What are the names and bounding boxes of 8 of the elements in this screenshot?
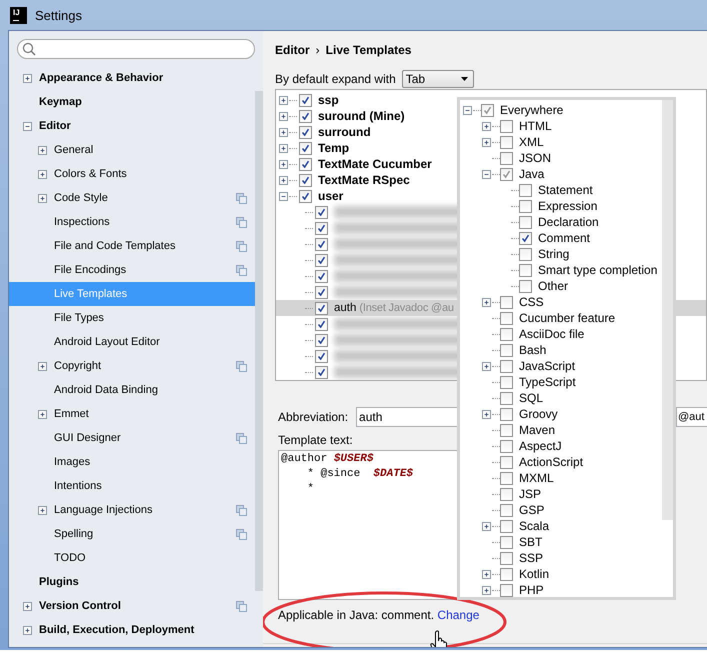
field-label: Template text: bbox=[277, 433, 353, 447]
window-title: Settings bbox=[35, 8, 82, 22]
breadcrumb-separator: › bbox=[316, 43, 320, 57]
field-label: Abbreviation: bbox=[278, 410, 348, 424]
breadcrumb-item: Live Templates bbox=[326, 43, 412, 57]
field-label: By default expand with bbox=[275, 72, 396, 86]
app-logo: IJ bbox=[10, 6, 27, 24]
applicable-contexts-text: Applicable in Java: comment. bbox=[278, 608, 434, 622]
